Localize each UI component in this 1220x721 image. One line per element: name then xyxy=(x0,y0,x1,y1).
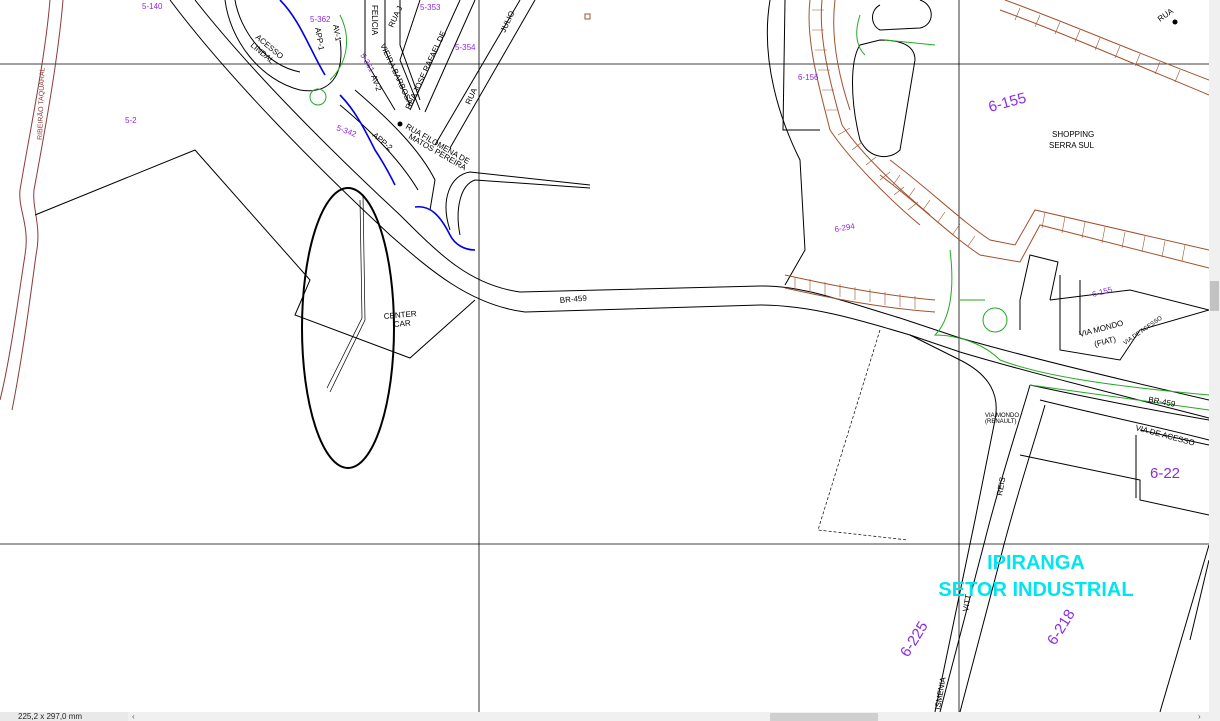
street-label: RUA J xyxy=(387,4,405,28)
lot-label: 5-362 xyxy=(310,15,331,24)
lot-label: 5-2 xyxy=(125,116,137,125)
horizontal-scrollbar[interactable] xyxy=(0,712,1220,721)
paper-size-status: 225,2 x 297,0 mm xyxy=(0,712,128,721)
point-marker xyxy=(397,121,403,127)
vegetation xyxy=(309,14,1209,411)
lot-label: 5-353 xyxy=(420,3,441,12)
street-label: BR-459 xyxy=(1148,395,1177,409)
roads xyxy=(34,0,1209,712)
place-label: (FIAT) xyxy=(1093,334,1117,348)
lot-label: 5-342 xyxy=(335,123,358,139)
vertical-scrollbar[interactable] xyxy=(1209,0,1220,712)
track-line xyxy=(326,194,366,393)
street-label: ISMENIA xyxy=(933,676,948,711)
place-label: VIA MONDO xyxy=(1078,319,1124,339)
street-label: AV-1 xyxy=(331,24,343,43)
lot-label: 6-155 xyxy=(987,90,1028,116)
lot-label: 6-225 xyxy=(897,619,932,661)
lot-label: 6-156 xyxy=(798,73,819,82)
place-label: (RENAULT) xyxy=(985,419,1017,425)
cad-drawing-viewport[interactable]: 5-140 5-2 5-353 5-354 5-362 5-361 5-342 … xyxy=(0,0,1220,721)
street-label: VIA DE ACESSO xyxy=(1123,315,1164,346)
street-label: BR-459 xyxy=(559,294,587,305)
street-label: JULIO xyxy=(499,9,517,33)
lot-label: 5-140 xyxy=(142,2,163,11)
lot-label: 6-155 xyxy=(1091,285,1114,299)
street-label: RUA xyxy=(464,86,480,106)
street-label: AV-2 xyxy=(369,74,383,93)
place-label: SERRA SUL xyxy=(1049,141,1094,150)
point-marker xyxy=(1172,19,1178,25)
slope-ticks xyxy=(794,7,1186,309)
point-marker xyxy=(584,13,591,20)
street-label: APP-1 xyxy=(313,27,326,52)
street-label: FELICIA xyxy=(370,5,379,36)
street-label: RUA xyxy=(1156,6,1176,23)
lot-label: 6-294 xyxy=(834,221,856,234)
scroll-right-arrow-icon[interactable]: › xyxy=(1198,712,1201,721)
river-line xyxy=(0,0,64,411)
highlight-ellipse xyxy=(301,187,395,469)
place-label: SHOPPING xyxy=(1052,130,1094,139)
street-label: VIEIRA BARBOSA xyxy=(378,42,415,107)
street-label: REIS xyxy=(995,476,1007,496)
place-label: CAR xyxy=(393,319,411,329)
lot-label: 5-361 xyxy=(358,52,376,75)
vertical-scroll-thumb[interactable] xyxy=(1210,281,1219,311)
scroll-left-arrow-icon[interactable]: ‹ xyxy=(132,712,135,721)
lot-label: 6-218 xyxy=(1044,607,1079,649)
lot-label: 6-22 xyxy=(1150,465,1180,482)
district-title: IPIRANGA xyxy=(987,552,1085,574)
cad-drawing[interactable]: 5-140 5-2 5-353 5-354 5-362 5-361 5-342 … xyxy=(0,0,1209,712)
slope-hatching xyxy=(784,0,1209,313)
dashed-boundary xyxy=(817,329,909,541)
street-label: VIA DE ACESSO xyxy=(1134,423,1195,447)
street-labels: JULIO RUA JOSE RAFAEL DE RUA RUA J FELIC… xyxy=(35,4,1196,710)
district-subtitle: SETOR INDUSTRIAL xyxy=(938,579,1133,601)
horizontal-scroll-thumb[interactable] xyxy=(770,713,878,721)
lot-label: 5-354 xyxy=(455,43,476,52)
